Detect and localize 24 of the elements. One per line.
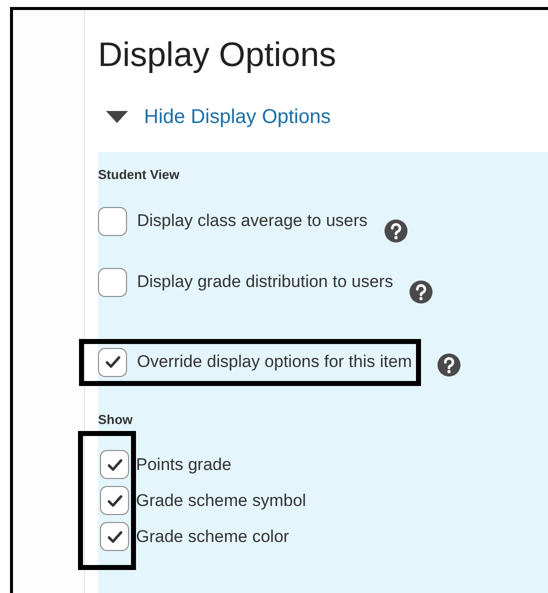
help-icon[interactable]: [436, 352, 461, 377]
option-label: Display grade distribution to users: [137, 271, 394, 294]
option-label: Grade scheme color: [136, 526, 290, 548]
checkmark-icon: [106, 458, 122, 472]
checkbox[interactable]: [100, 486, 129, 515]
caret-icon: [106, 111, 128, 123]
checkbox[interactable]: [98, 348, 127, 376]
option-label: Display class average to users: [137, 210, 368, 232]
option-label: Override display options for this item: [137, 351, 412, 374]
section-heading: Show: [98, 410, 134, 428]
help-icon[interactable]: [409, 280, 434, 304]
help-icon[interactable]: [384, 219, 408, 244]
hide-options-link[interactable]: Hide Display Options: [106, 102, 548, 132]
option-label: Grade scheme symbol: [136, 490, 306, 512]
checkmark-icon: [104, 355, 120, 369]
option-label: Points grade: [136, 454, 232, 476]
checkbox[interactable]: [98, 206, 127, 236]
checkbox[interactable]: [98, 268, 127, 296]
page-title: Display Options: [98, 38, 338, 72]
section-heading: Student View: [98, 166, 180, 184]
checkbox[interactable]: [100, 450, 129, 479]
checkbox[interactable]: [100, 522, 129, 551]
checkmark-icon: [106, 494, 122, 508]
checkmark-icon: [106, 530, 122, 544]
